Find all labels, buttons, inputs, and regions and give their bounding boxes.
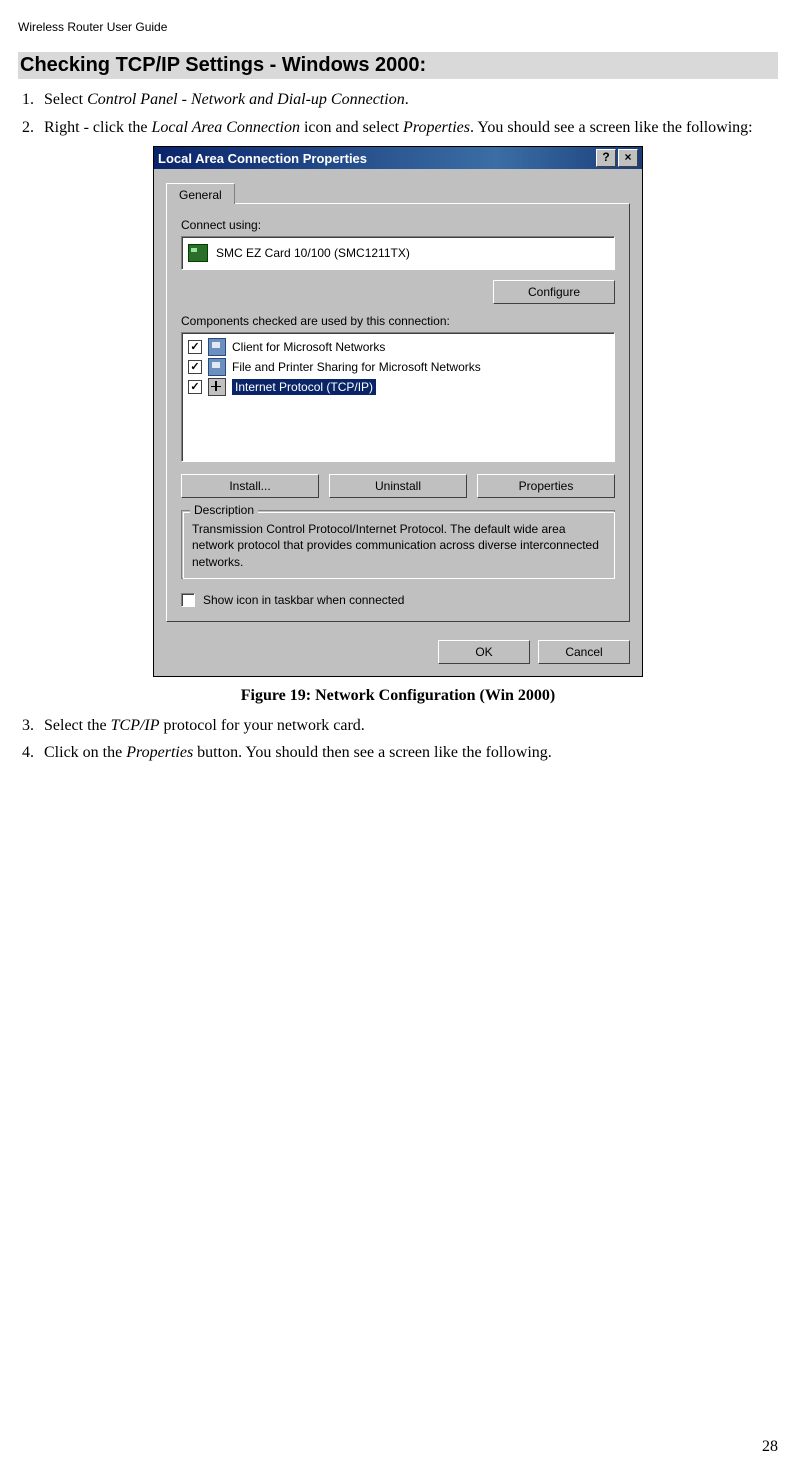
step2-italic1: Local Area Connection (152, 119, 300, 136)
network-card-icon (188, 244, 208, 262)
step2-suffix: . You should see a screen like the follo… (470, 119, 753, 136)
adapter-name: SMC EZ Card 10/100 (SMC1211TX) (216, 246, 410, 260)
dialog-window: Local Area Connection Properties ? × Gen… (153, 146, 643, 677)
step1-italic: Control Panel - Network and Dial-up Conn… (87, 91, 405, 108)
step4-prefix: Click on the (44, 744, 126, 761)
service-icon (208, 358, 226, 376)
step2-mid: icon and select (300, 119, 403, 136)
checkbox-checked-icon[interactable]: ✓ (188, 360, 202, 374)
step3-suffix: protocol for your network card. (160, 717, 365, 734)
description-groupbox: Description Transmission Control Protoco… (181, 510, 615, 579)
page-number: 28 (762, 1438, 778, 1456)
step-3: Select the TCP/IP protocol for your netw… (38, 715, 778, 737)
tab-general[interactable]: General (166, 183, 235, 204)
description-text: Transmission Control Protocol/Internet P… (192, 521, 604, 570)
checkbox-checked-icon[interactable]: ✓ (188, 340, 202, 354)
list-item[interactable]: ✓ Internet Protocol (TCP/IP) (186, 377, 610, 397)
description-label: Description (190, 503, 258, 517)
list-item[interactable]: ✓ Client for Microsoft Networks (186, 337, 610, 357)
components-label: Components checked are used by this conn… (181, 314, 615, 328)
step1-prefix: Select (44, 91, 87, 108)
checkbox-checked-icon[interactable]: ✓ (188, 380, 202, 394)
step-4: Click on the Properties button. You shou… (38, 742, 778, 764)
component-1: File and Printer Sharing for Microsoft N… (232, 360, 481, 374)
figure-wrap: Local Area Connection Properties ? × Gen… (18, 146, 778, 677)
step4-italic: Properties (126, 744, 193, 761)
cancel-button[interactable]: Cancel (538, 640, 630, 664)
components-list[interactable]: ✓ Client for Microsoft Networks ✓ File a… (181, 332, 615, 462)
tab-panel: Connect using: SMC EZ Card 10/100 (SMC12… (166, 203, 630, 622)
show-icon-label: Show icon in taskbar when connected (203, 593, 404, 607)
connect-using-label: Connect using: (181, 218, 615, 232)
uninstall-button[interactable]: Uninstall (329, 474, 467, 498)
step3-prefix: Select the (44, 717, 111, 734)
page-header: Wireless Router User Guide (18, 20, 778, 34)
step-1: Select Control Panel - Network and Dial-… (38, 89, 778, 111)
help-button[interactable]: ? (596, 149, 616, 167)
checkbox-unchecked-icon[interactable] (181, 593, 195, 607)
step3-italic: TCP/IP (111, 717, 160, 734)
figure-caption: Figure 19: Network Configuration (Win 20… (18, 687, 778, 705)
step2-prefix: Right - click the (44, 119, 152, 136)
close-button[interactable]: × (618, 149, 638, 167)
step1-suffix: . (405, 91, 409, 108)
protocol-icon (208, 378, 226, 396)
component-2-selected: Internet Protocol (TCP/IP) (232, 379, 376, 395)
step-2: Right - click the Local Area Connection … (38, 117, 778, 139)
section-heading: Checking TCP/IP Settings - Windows 2000: (18, 52, 778, 79)
titlebar: Local Area Connection Properties ? × (154, 147, 642, 169)
step4-suffix: button. You should then see a screen lik… (193, 744, 552, 761)
component-0: Client for Microsoft Networks (232, 340, 385, 354)
show-icon-row[interactable]: Show icon in taskbar when connected (181, 593, 615, 607)
step2-italic2: Properties (403, 119, 470, 136)
install-button[interactable]: Install... (181, 474, 319, 498)
properties-button[interactable]: Properties (477, 474, 615, 498)
adapter-field[interactable]: SMC EZ Card 10/100 (SMC1211TX) (181, 236, 615, 270)
dialog-title: Local Area Connection Properties (158, 151, 594, 166)
client-icon (208, 338, 226, 356)
list-item[interactable]: ✓ File and Printer Sharing for Microsoft… (186, 357, 610, 377)
configure-button[interactable]: Configure (493, 280, 615, 304)
ok-button[interactable]: OK (438, 640, 530, 664)
